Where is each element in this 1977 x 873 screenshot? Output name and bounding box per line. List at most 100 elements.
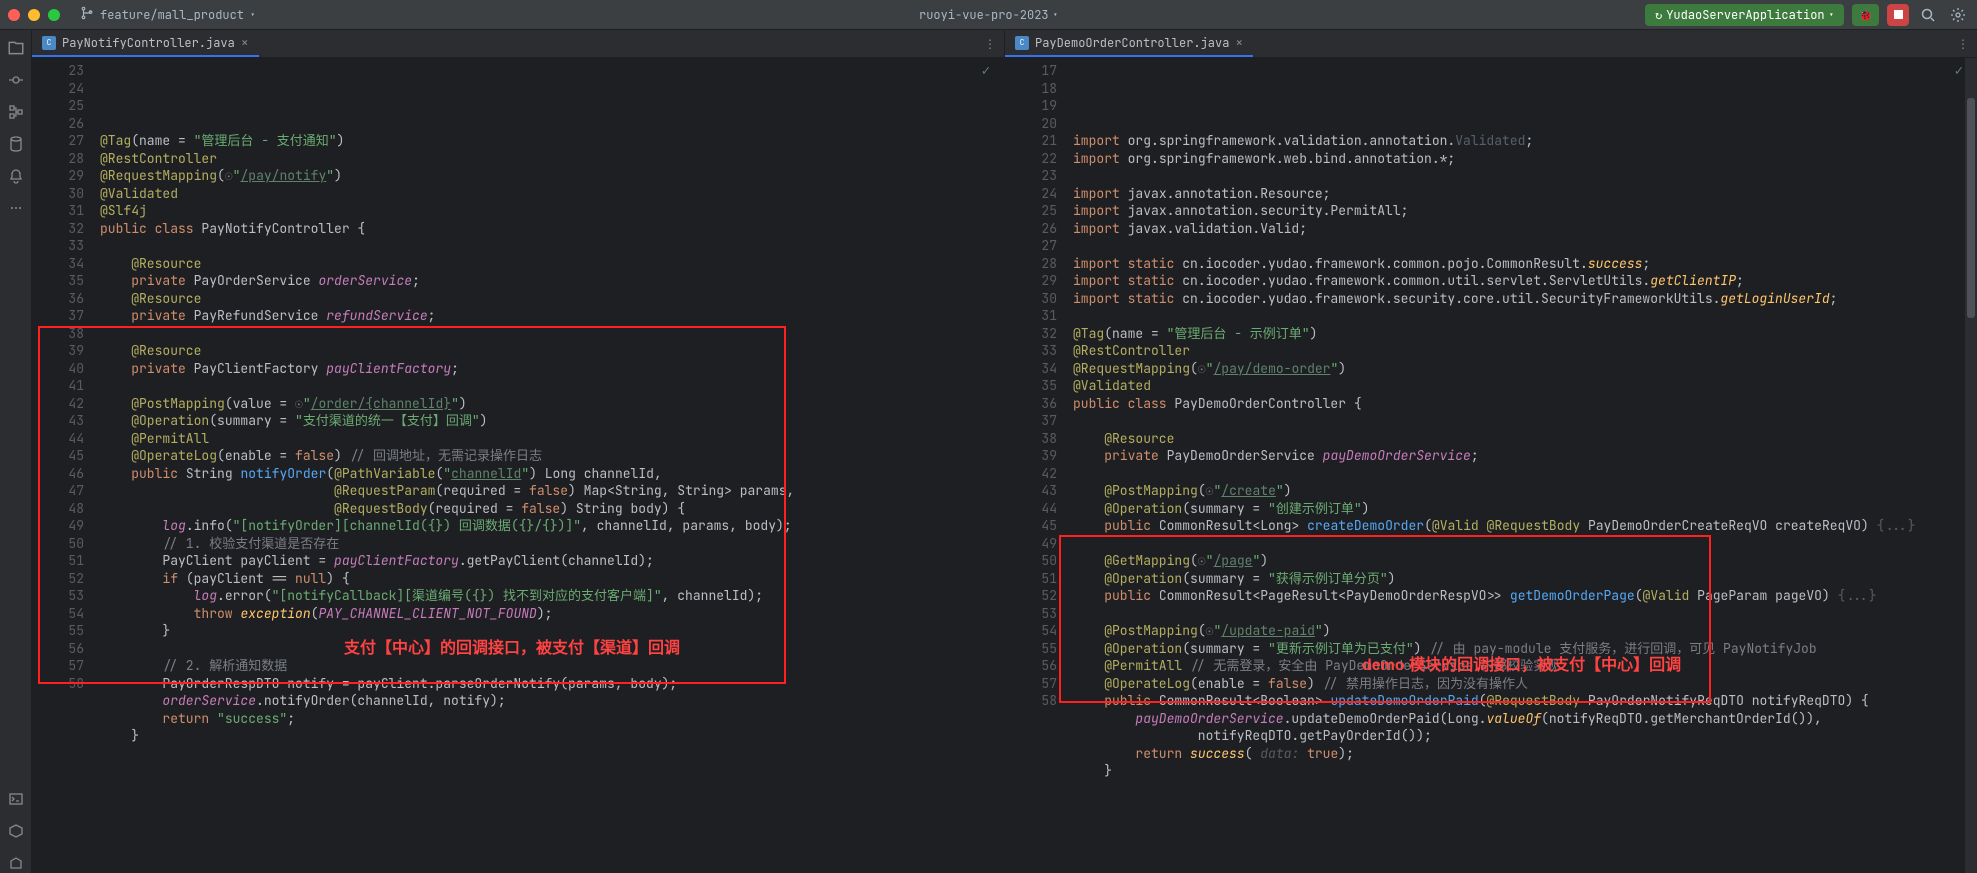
line-number[interactable]: 42 [36, 395, 84, 413]
line-number[interactable]: 54 [1009, 622, 1057, 640]
line-number[interactable]: 19 [1009, 97, 1057, 115]
line-number[interactable]: 55 [1009, 640, 1057, 658]
line-number[interactable]: 32 [36, 220, 84, 238]
code-line[interactable]: @PostMapping(☉"/create") [1067, 482, 1977, 500]
code-line[interactable] [1067, 412, 1977, 430]
line-number[interactable]: 35 [36, 272, 84, 290]
maximize-window-button[interactable] [48, 9, 60, 21]
line-number[interactable]: 30 [1009, 290, 1057, 308]
code-line[interactable]: log.info("[notifyOrder][channelId({}) 回调… [94, 517, 1004, 535]
code-line[interactable]: @RequestBody(required = false) String bo… [94, 500, 1004, 518]
line-number[interactable]: 33 [1009, 342, 1057, 360]
settings-button[interactable] [1947, 4, 1969, 26]
services-tool-button[interactable] [6, 821, 26, 841]
code-line[interactable]: @GetMapping(☉"/page") [1067, 552, 1977, 570]
line-number[interactable]: 31 [36, 202, 84, 220]
code-line[interactable]: import static cn.iocoder.yudao.framework… [1067, 290, 1977, 308]
line-number[interactable]: 34 [1009, 360, 1057, 378]
code-line[interactable]: import static cn.iocoder.yudao.framework… [1067, 272, 1977, 290]
line-number[interactable]: 35 [1009, 377, 1057, 395]
notifications-tool-button[interactable] [6, 166, 26, 186]
line-number[interactable]: 40 [36, 360, 84, 378]
project-tool-button[interactable] [6, 38, 26, 58]
code-line[interactable] [1067, 605, 1977, 623]
code-line[interactable] [1067, 237, 1977, 255]
line-number[interactable]: 34 [36, 255, 84, 273]
right-code[interactable]: import org.springframework.validation.an… [1067, 58, 1977, 873]
code-line[interactable]: import static cn.iocoder.yudao.framework… [1067, 255, 1977, 273]
code-line[interactable]: private PayOrderService orderService; [94, 272, 1004, 290]
line-number[interactable]: 43 [1009, 482, 1057, 500]
tab-paynotify[interactable]: C PayNotifyController.java × [32, 30, 259, 57]
line-number[interactable]: 53 [1009, 605, 1057, 623]
more-tool-button[interactable] [6, 198, 26, 218]
line-number[interactable]: 29 [36, 167, 84, 185]
code-line[interactable]: @Operation(summary = "支付渠道的统一【支付】回调") [94, 412, 1004, 430]
code-line[interactable]: @Validated [1067, 377, 1977, 395]
close-tab-icon[interactable]: × [241, 34, 249, 51]
line-number[interactable]: 53 [36, 587, 84, 605]
code-line[interactable]: public CommonResult<PageResult<PayDemoOr… [1067, 587, 1977, 605]
close-window-button[interactable] [8, 9, 20, 21]
line-number[interactable]: 28 [1009, 255, 1057, 273]
code-line[interactable]: @Operation(summary = "获得示例订单分页") [1067, 570, 1977, 588]
line-number[interactable]: 25 [36, 97, 84, 115]
code-line[interactable]: payDemoOrderService.updateDemoOrderPaid(… [1067, 710, 1977, 728]
code-line[interactable]: @OperateLog(enable = false) // 回调地址，无需记录… [94, 447, 1004, 465]
minimize-window-button[interactable] [28, 9, 40, 21]
code-line[interactable]: @PostMapping(☉"/update-paid") [1067, 622, 1977, 640]
line-number[interactable]: 29 [1009, 272, 1057, 290]
right-code-area[interactable]: 1718192021222324252627282930313233343536… [1005, 58, 1977, 873]
line-number[interactable]: 27 [1009, 237, 1057, 255]
code-line[interactable]: private PayRefundService refundService; [94, 307, 1004, 325]
code-line[interactable]: @Resource [1067, 430, 1977, 448]
code-line[interactable]: } [1067, 762, 1977, 780]
line-number[interactable]: 37 [1009, 412, 1057, 430]
code-line[interactable]: throw exception(PAY_CHANNEL_CLIENT_NOT_F… [94, 605, 1004, 623]
code-line[interactable]: @RequestMapping(☉"/pay/notify") [94, 167, 1004, 185]
stop-button[interactable] [1887, 4, 1909, 26]
code-line[interactable]: @Resource [94, 290, 1004, 308]
line-number[interactable]: 17 [1009, 62, 1057, 80]
line-number[interactable]: 24 [36, 80, 84, 98]
line-number[interactable]: 57 [36, 657, 84, 675]
line-number[interactable]: 51 [36, 552, 84, 570]
line-number[interactable]: 52 [36, 570, 84, 588]
code-line[interactable]: PayOrderRespDTO notify = payClient.parse… [94, 675, 1004, 693]
line-number[interactable]: 36 [1009, 395, 1057, 413]
line-number[interactable]: 54 [36, 605, 84, 623]
code-line[interactable]: @Tag(name = "管理后台 - 示例订单") [1067, 325, 1977, 343]
line-number[interactable]: 30 [36, 185, 84, 203]
code-line[interactable] [1067, 535, 1977, 553]
line-number[interactable]: 48 [36, 500, 84, 518]
code-line[interactable]: return success( data: true); [1067, 745, 1977, 763]
structure-tool-button[interactable] [6, 102, 26, 122]
line-number[interactable]: 23 [1009, 167, 1057, 185]
code-line[interactable]: import org.springframework.web.bind.anno… [1067, 150, 1977, 168]
code-line[interactable]: @Validated [94, 185, 1004, 203]
line-number[interactable]: 33 [36, 237, 84, 255]
line-number[interactable]: 25 [1009, 202, 1057, 220]
line-number[interactable]: 38 [1009, 430, 1057, 448]
code-line[interactable]: @RequestParam(required = false) Map<Stri… [94, 482, 1004, 500]
code-line[interactable] [1067, 167, 1977, 185]
code-line[interactable] [1067, 307, 1977, 325]
code-line[interactable]: public class PayDemoOrderController { [1067, 395, 1977, 413]
code-line[interactable]: log.error("[notifyCallback][渠道编号({}) 找不到… [94, 587, 1004, 605]
line-number[interactable]: 39 [36, 342, 84, 360]
build-tool-button[interactable] [6, 853, 26, 873]
left-code-area[interactable]: 2324252627282930313233343536373839404142… [32, 58, 1004, 873]
left-gutter[interactable]: 2324252627282930313233343536373839404142… [32, 58, 94, 873]
line-number[interactable]: 49 [1009, 535, 1057, 553]
line-number[interactable]: 49 [36, 517, 84, 535]
tab-more-icon[interactable]: ⋮ [984, 36, 996, 52]
line-number[interactable]: 31 [1009, 307, 1057, 325]
code-line[interactable]: orderService.notifyOrder(channelId, noti… [94, 692, 1004, 710]
commit-tool-button[interactable] [6, 70, 26, 90]
code-line[interactable] [94, 325, 1004, 343]
line-number[interactable]: 26 [36, 115, 84, 133]
scroll-thumb[interactable] [1967, 98, 1975, 318]
line-number[interactable]: 39 [1009, 447, 1057, 465]
database-tool-button[interactable] [6, 134, 26, 154]
line-number[interactable]: 32 [1009, 325, 1057, 343]
